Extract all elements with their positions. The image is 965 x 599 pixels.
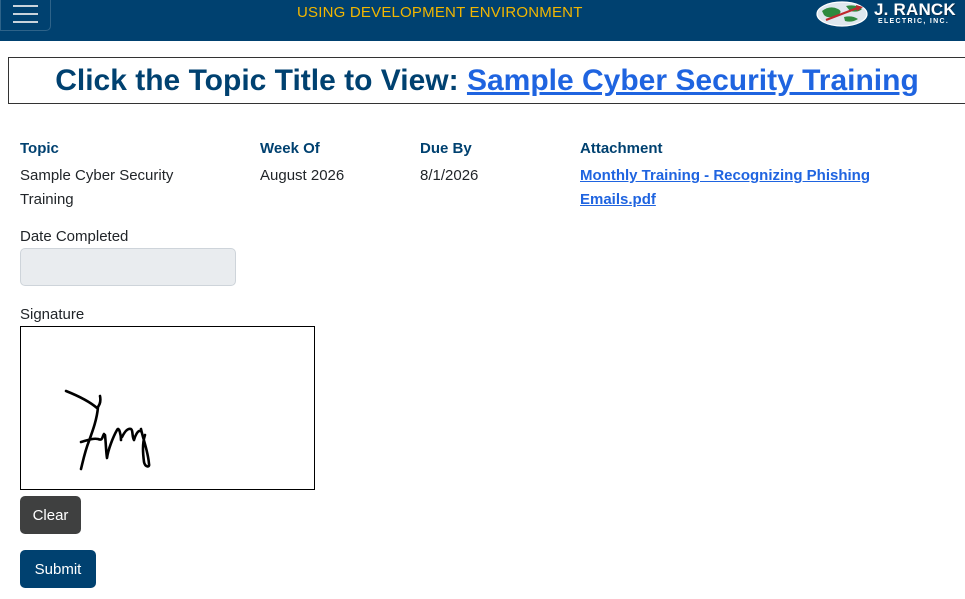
hamburger-menu-button[interactable]	[0, 0, 51, 31]
date-completed-label: Date Completed	[20, 228, 129, 245]
topic-title-link[interactable]: Sample Cyber Security Training	[467, 64, 919, 97]
globe-logo-icon	[816, 1, 868, 27]
attachment-column-label: Attachment	[580, 140, 663, 157]
week-of-column-label: Week Of	[260, 140, 320, 157]
submit-button[interactable]: Submit	[20, 550, 96, 588]
topic-value: Sample Cyber Security Training	[20, 167, 174, 208]
environment-banner: USING DEVELOPMENT ENVIRONMENT	[297, 4, 583, 21]
company-logo[interactable]: J. RANCK ELECTRIC, INC.	[816, 0, 965, 28]
due-by-value: 8/1/2026	[420, 167, 479, 184]
hamburger-icon-line	[13, 4, 38, 7]
page-title-prefix: Click the Topic Title to View:	[55, 64, 467, 97]
date-completed-field[interactable]	[20, 248, 236, 286]
hamburger-icon-line	[13, 20, 38, 23]
signature-pad[interactable]	[20, 326, 315, 490]
top-navbar: USING DEVELOPMENT ENVIRONMENT J. RANCK E…	[0, 0, 965, 41]
topic-title-box: Click the Topic Title to View: Sample Cy…	[8, 57, 965, 104]
clear-signature-button[interactable]: Clear	[20, 496, 81, 534]
page-title: Click the Topic Title to View: Sample Cy…	[9, 58, 965, 103]
week-of-value: August 2026	[260, 167, 345, 184]
topic-column-label: Topic	[20, 140, 59, 157]
signature-drawing	[64, 389, 151, 471]
due-by-column-label: Due By	[420, 140, 472, 157]
attachment-link[interactable]: Monthly Training - Recognizing Phishing …	[580, 164, 910, 212]
hamburger-icon-line	[13, 12, 38, 15]
logo-name: J. RANCK	[874, 0, 956, 19]
signature-label: Signature	[20, 306, 85, 323]
logo-subtitle: ELECTRIC, INC.	[878, 18, 950, 25]
